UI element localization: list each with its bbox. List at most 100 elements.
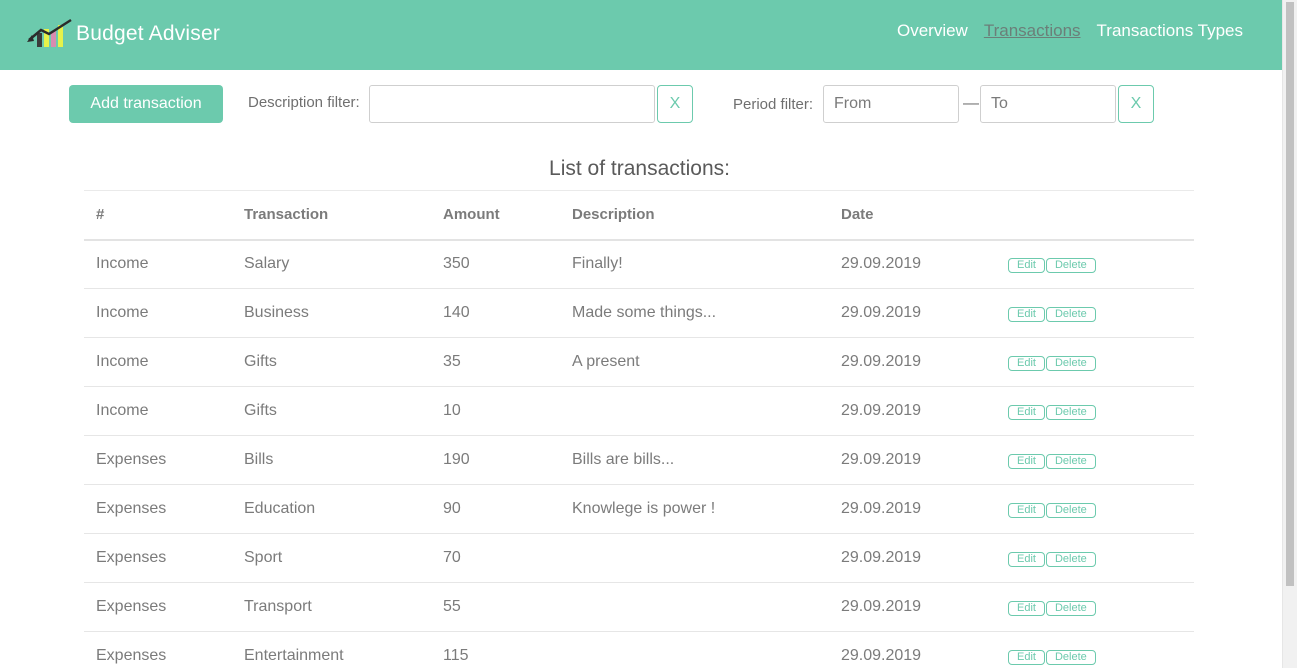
row-actions: Edit Delete: [1008, 598, 1182, 616]
add-transaction-button[interactable]: Add transaction: [69, 85, 223, 123]
cell-actions: Edit Delete: [996, 337, 1194, 387]
column-header-amount: Amount: [431, 190, 560, 241]
delete-button[interactable]: Delete: [1045, 307, 1096, 322]
scrollbar-thumb[interactable]: [1286, 2, 1294, 586]
cell-transaction: Gifts: [232, 386, 431, 436]
period-to-input[interactable]: [980, 85, 1116, 123]
table-row: Income Gifts 10 29.09.2019 Edit Delete: [84, 386, 1194, 436]
cell-date: 29.09.2019: [829, 582, 996, 632]
cell-actions: Edit Delete: [996, 288, 1194, 338]
delete-button[interactable]: Delete: [1045, 258, 1096, 274]
cell-amount: 70: [431, 533, 560, 583]
transactions-table: # Transaction Amount Description Date In…: [84, 190, 1194, 668]
edit-button[interactable]: Edit: [1008, 405, 1045, 420]
table-header-row: # Transaction Amount Description Date: [84, 190, 1194, 241]
cell-actions: Edit Delete: [996, 533, 1194, 583]
nav-transactions-types[interactable]: Transactions Types: [1097, 21, 1243, 41]
cell-amount: 55: [431, 582, 560, 632]
cell-transaction: Sport: [232, 533, 431, 583]
page: Budget Adviser Overview Transactions Tra…: [0, 0, 1297, 668]
row-actions: Edit Delete: [1008, 255, 1182, 274]
delete-button[interactable]: Delete: [1045, 405, 1096, 420]
table-body: Income Salary 350 Finally! 29.09.2019 Ed…: [84, 239, 1194, 668]
table-row: Expenses Transport 55 29.09.2019 Edit Del…: [84, 582, 1194, 632]
cell-date: 29.09.2019: [829, 533, 996, 583]
row-actions: Edit Delete: [1008, 549, 1182, 567]
delete-button[interactable]: Delete: [1045, 503, 1096, 518]
cell-description: Bills are bills...: [560, 435, 829, 485]
cell-description: Knowlege is power !: [560, 484, 829, 534]
cell-actions: Edit Delete: [996, 386, 1194, 436]
edit-button[interactable]: Edit: [1008, 258, 1045, 274]
row-actions: Edit Delete: [1008, 451, 1182, 469]
edit-button[interactable]: Edit: [1008, 552, 1045, 567]
delete-button[interactable]: Delete: [1045, 650, 1096, 665]
edit-button[interactable]: Edit: [1008, 601, 1045, 616]
edit-button[interactable]: Edit: [1008, 356, 1045, 371]
row-actions: Edit Delete: [1008, 304, 1182, 322]
cell-description: Finally!: [560, 239, 829, 289]
delete-button[interactable]: Delete: [1045, 552, 1096, 567]
cell-description: Made some things...: [560, 288, 829, 338]
cell-description: A present: [560, 337, 829, 387]
cell-type: Expenses: [84, 484, 232, 534]
cell-type: Expenses: [84, 582, 232, 632]
row-actions: Edit Delete: [1008, 402, 1182, 420]
cell-amount: 350: [431, 239, 560, 289]
cell-actions: Edit Delete: [996, 631, 1194, 668]
nav-overview[interactable]: Overview: [897, 21, 968, 41]
cell-type: Expenses: [84, 631, 232, 668]
cell-amount: 140: [431, 288, 560, 338]
cell-amount: 35: [431, 337, 560, 387]
edit-button[interactable]: Edit: [1008, 503, 1045, 518]
cell-transaction: Education: [232, 484, 431, 534]
row-actions: Edit Delete: [1008, 647, 1182, 665]
edit-button[interactable]: Edit: [1008, 454, 1045, 469]
cell-actions: Edit Delete: [996, 239, 1194, 289]
table-row: Income Gifts 35 A present 29.09.2019 Edi…: [84, 337, 1194, 387]
cell-actions: Edit Delete: [996, 582, 1194, 632]
column-header-transaction: Transaction: [232, 190, 431, 241]
cell-date: 29.09.2019: [829, 386, 996, 436]
delete-button[interactable]: Delete: [1045, 454, 1096, 469]
brand[interactable]: Budget Adviser: [27, 18, 220, 50]
cell-type: Expenses: [84, 435, 232, 485]
transactions-table-wrapper: # Transaction Amount Description Date In…: [84, 190, 1194, 668]
cell-actions: Edit Delete: [996, 484, 1194, 534]
cell-amount: 115: [431, 631, 560, 668]
cell-transaction: Salary: [232, 239, 431, 289]
cell-description: [560, 533, 829, 583]
period-from-input[interactable]: [823, 85, 959, 123]
delete-button[interactable]: Delete: [1045, 601, 1096, 616]
column-header-actions: [996, 190, 1194, 241]
cell-transaction: Entertainment: [232, 631, 431, 668]
table-row: Income Business 140 Made some things... …: [84, 288, 1194, 338]
cell-amount: 90: [431, 484, 560, 534]
description-filter-input[interactable]: [369, 85, 655, 123]
chart-logo-icon: [27, 18, 72, 47]
cell-transaction: Business: [232, 288, 431, 338]
row-actions: Edit Delete: [1008, 353, 1182, 371]
cell-description: [560, 582, 829, 632]
column-header-description: Description: [560, 190, 829, 241]
cell-description: [560, 386, 829, 436]
cell-amount: 190: [431, 435, 560, 485]
column-header-type: #: [84, 190, 232, 241]
period-separator: —: [963, 95, 979, 112]
row-actions: Edit Delete: [1008, 500, 1182, 518]
clear-period-filter-button[interactable]: X: [1118, 85, 1154, 123]
delete-button[interactable]: Delete: [1045, 356, 1096, 371]
description-filter-label: Description filter:: [248, 94, 360, 111]
cell-type: Income: [84, 386, 232, 436]
table-row: Income Salary 350 Finally! 29.09.2019 Ed…: [84, 239, 1194, 289]
brand-name: Budget Adviser: [76, 22, 221, 45]
table-row: Expenses Sport 70 29.09.2019 Edit Delete: [84, 533, 1194, 583]
nav-transactions[interactable]: Transactions: [984, 21, 1081, 41]
vertical-scrollbar[interactable]: [1282, 0, 1297, 668]
cell-transaction: Bills: [232, 435, 431, 485]
clear-description-filter-button[interactable]: X: [657, 85, 693, 123]
edit-button[interactable]: Edit: [1008, 650, 1045, 665]
cell-date: 29.09.2019: [829, 337, 996, 387]
edit-button[interactable]: Edit: [1008, 307, 1045, 322]
cell-actions: Edit Delete: [996, 435, 1194, 485]
